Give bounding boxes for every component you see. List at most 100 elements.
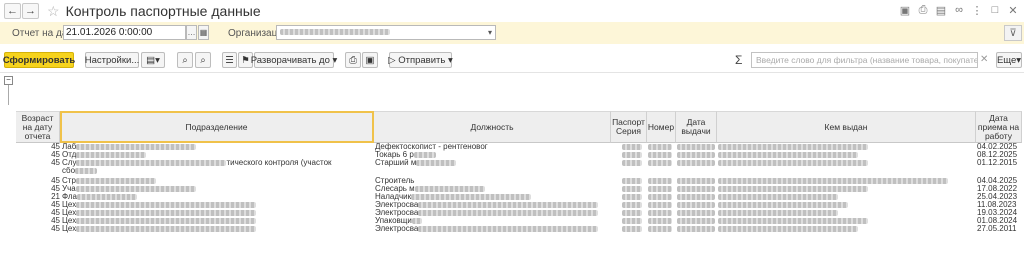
redacted-text — [622, 143, 642, 150]
redacted-text — [622, 217, 642, 224]
redacted-text — [76, 143, 197, 150]
window-tools: ▣ ⎙ ▤ ∞ ⋮ □ ✕ — [898, 3, 1020, 17]
issued-by-cell — [718, 225, 976, 233]
position-cell: Токарь 6 р — [375, 151, 611, 159]
star-icon[interactable]: ☆ — [47, 3, 60, 20]
redacted-text — [622, 209, 642, 216]
hire-date-cell: 04.04.2025 — [977, 177, 1018, 185]
save-icon[interactable]: ▣ — [898, 3, 912, 17]
find-next-button[interactable]: ⌕ — [195, 52, 211, 68]
clear-icon[interactable]: ✕ — [980, 54, 988, 65]
redacted-text — [677, 143, 715, 150]
send-button[interactable]: ▷ Отправить ▾ — [388, 52, 453, 68]
column-issue-date[interactable]: Дата выдачи — [676, 111, 717, 143]
issued-by-cell — [718, 151, 976, 159]
series-cell — [612, 151, 646, 159]
division-text: Лаб — [62, 143, 77, 151]
maximize-icon[interactable]: □ — [988, 3, 1002, 17]
redacted-text — [677, 193, 715, 200]
menu-icon[interactable]: ⋮ — [970, 3, 984, 17]
collapse-icon[interactable]: − — [4, 76, 13, 85]
division-text: Отд — [62, 151, 77, 159]
column-number[interactable]: Номер — [647, 111, 676, 143]
issue-date-cell — [677, 185, 717, 193]
table-row[interactable]: 45 Цех Электросва 27.05.2011 — [0, 225, 1024, 233]
division-cell: сбо — [62, 167, 374, 175]
variant-button[interactable]: ▤▾ — [141, 52, 165, 68]
age-cell: 45 — [51, 225, 60, 233]
preview-icon[interactable]: ▤ — [934, 3, 948, 17]
issue-date-cell — [677, 225, 717, 233]
more-button[interactable]: Еще ▾ — [996, 52, 1022, 68]
age-cell: 45 — [51, 185, 60, 193]
hire-date-cell: 04.02.2025 — [977, 143, 1018, 151]
series-cell — [612, 209, 646, 217]
table-row[interactable]: 21 Фла Наладчик 25.04.2023 — [0, 193, 1024, 201]
division-cell: Цех — [62, 225, 374, 233]
table-row[interactable]: 45 Стр Строитель 04.04.2025 — [0, 177, 1024, 185]
back-button[interactable]: ← — [4, 3, 21, 19]
preview-icon: ▣ — [365, 54, 375, 66]
send-label: Отправить — [398, 54, 446, 66]
redacted-text — [718, 185, 868, 192]
redacted-text — [413, 151, 436, 158]
date-choice-button[interactable]: … — [186, 25, 197, 40]
sum-icon[interactable]: Σ — [735, 53, 742, 67]
hire-date-cell: 27.05.2011 — [977, 225, 1017, 233]
table-row[interactable]: 45 Слу тического контроля (участок Старши… — [0, 159, 1024, 167]
column-age[interactable]: Возраст на дату отчета — [16, 111, 60, 143]
age-cell: 45 — [51, 217, 60, 225]
position-text: Наладчик — [375, 193, 412, 201]
redacted-text — [622, 177, 642, 184]
find-button[interactable]: ⌕ — [177, 52, 193, 68]
hire-date-cell: 19.03.2024 — [977, 209, 1018, 217]
dots-icon: … — [187, 28, 196, 37]
table-row[interactable]: 45 Цех Электросва 11.08.2023 — [0, 201, 1024, 209]
issued-by-cell — [718, 143, 976, 151]
generate-button[interactable]: Сформировать — [3, 52, 75, 68]
group-button[interactable]: ☰ — [222, 52, 237, 68]
link-icon[interactable]: ∞ — [952, 3, 966, 17]
forward-button[interactable]: → — [22, 3, 39, 19]
filter-search-input[interactable]: Введите слово для фильтра (название това… — [751, 52, 978, 68]
preview-button[interactable]: ▣ — [362, 52, 378, 68]
issued-by-cell — [718, 209, 976, 217]
issued-by-cell — [718, 159, 976, 167]
print-button[interactable]: ⎙ — [345, 52, 361, 68]
table-row[interactable]: 45 Отд Токарь 6 р 08.12.2025 — [0, 151, 1024, 159]
table-row[interactable]: 45 Лаб Дефектоскопист - рентгеновог 04.0… — [0, 143, 1024, 151]
position-text: Электросва — [375, 225, 419, 233]
issue-date-cell — [677, 143, 717, 151]
title-bar: ← → ☆ Контроль паспортные данные ▣ ⎙ ▤ ∞… — [0, 0, 1024, 22]
number-cell — [648, 209, 675, 217]
expand-to-button[interactable]: Разворачивать до ▾ — [250, 52, 337, 68]
position-cell: Электросва — [375, 225, 611, 233]
report-area[interactable]: − Возраст на дату отчета Подразделение Д… — [0, 72, 1024, 257]
chevron-down-icon[interactable]: ▾ — [488, 26, 492, 39]
column-division[interactable]: Подразделение — [60, 111, 374, 143]
division-text: Стр — [62, 177, 76, 185]
table-row[interactable]: 45 Уча Слесарь м 17.08.2022 — [0, 185, 1024, 193]
close-icon[interactable]: ✕ — [1006, 3, 1020, 17]
table-row[interactable]: сбо — [0, 167, 1024, 175]
division-cell: Цех — [62, 217, 374, 225]
print-icon[interactable]: ⎙ — [916, 3, 930, 17]
table-row[interactable]: 45 Цех Упаковщи 01.08.2024 — [0, 217, 1024, 225]
column-position[interactable]: Должность — [374, 111, 611, 143]
expand-to-label: Разворачивать до — [250, 54, 330, 66]
table-row[interactable]: 45 Цех Электросва 19.03.2024 — [0, 209, 1024, 217]
calendar-button[interactable]: ▦ — [198, 25, 209, 40]
redacted-text — [411, 217, 422, 224]
settings-button[interactable]: Настройки... — [85, 52, 139, 68]
group-bracket — [8, 85, 9, 105]
variant-icon: ▤▾ — [146, 54, 160, 66]
issue-date-cell — [677, 159, 717, 167]
filter-button[interactable]: ⊽ — [1004, 25, 1022, 41]
printer-icon: ⎙ — [349, 54, 357, 66]
column-issued-by[interactable]: Кем выдан — [717, 111, 976, 143]
column-hire-date[interactable]: Дата приема на работу — [976, 111, 1022, 143]
report-date-field[interactable]: 21.01.2026 0:00:00 — [63, 25, 186, 40]
arrow-right-icon: → — [25, 5, 36, 17]
organization-field[interactable]: ▾ — [276, 25, 496, 40]
column-passport-series[interactable]: Паспорт Серия — [611, 111, 647, 143]
